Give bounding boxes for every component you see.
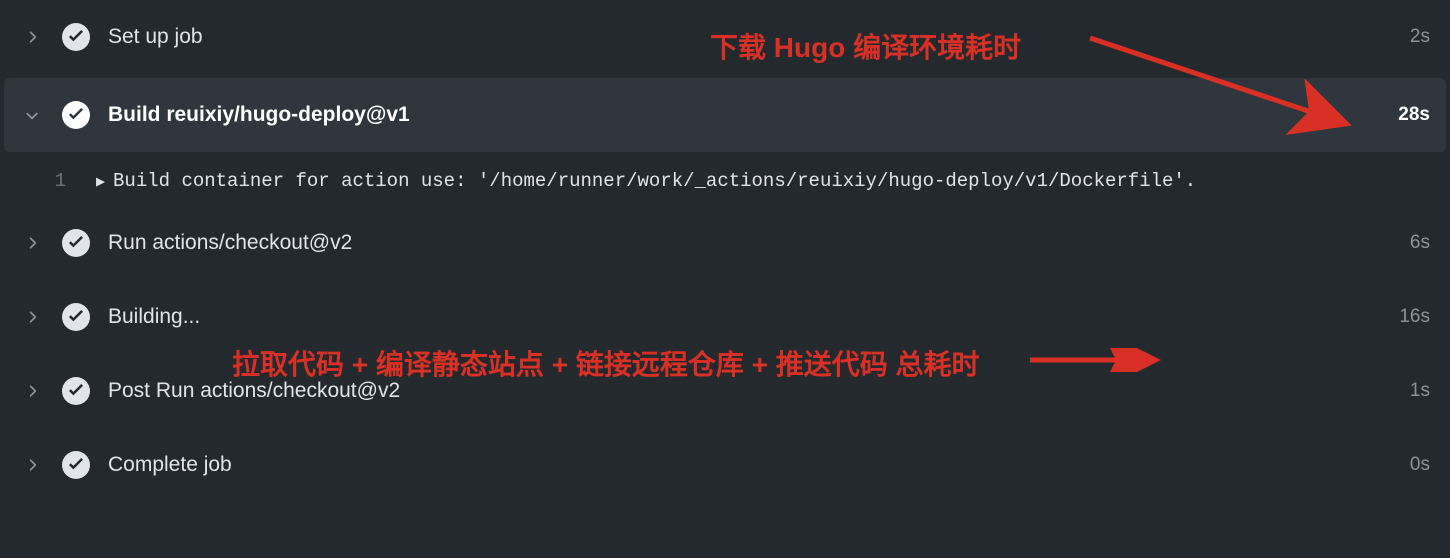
step-row-setup-job[interactable]: Set up job 2s xyxy=(0,0,1450,74)
step-label: Build reuixiy/hugo-deploy@v1 xyxy=(108,103,1378,127)
step-row-build-hugo-deploy[interactable]: Build reuixiy/hugo-deploy@v1 28s xyxy=(4,78,1446,152)
step-row-building[interactable]: Building... 16s xyxy=(0,280,1450,354)
chevron-right-icon xyxy=(20,305,44,329)
chevron-down-icon xyxy=(20,103,44,127)
chevron-right-icon xyxy=(20,453,44,477)
log-line-number: 1 xyxy=(20,170,66,192)
step-label: Set up job xyxy=(108,25,1390,49)
check-circle-icon xyxy=(62,451,90,479)
step-duration: 6s xyxy=(1390,232,1430,254)
step-duration: 2s xyxy=(1390,26,1430,48)
step-duration: 16s xyxy=(1379,306,1430,328)
check-circle-icon xyxy=(62,377,90,405)
chevron-right-icon xyxy=(20,379,44,403)
step-row-post-checkout[interactable]: Post Run actions/checkout@v2 1s xyxy=(0,354,1450,428)
step-label: Building... xyxy=(108,305,1379,329)
log-line[interactable]: 1 ▶ Build container for action use: '/ho… xyxy=(0,156,1450,206)
check-circle-icon xyxy=(62,23,90,51)
step-label: Complete job xyxy=(108,453,1390,477)
step-label: Run actions/checkout@v2 xyxy=(108,231,1390,255)
step-row-checkout[interactable]: Run actions/checkout@v2 6s xyxy=(0,206,1450,280)
log-text: Build container for action use: '/home/r… xyxy=(113,170,1196,192)
step-duration: 28s xyxy=(1378,104,1430,126)
step-row-complete-job[interactable]: Complete job 0s xyxy=(0,428,1450,502)
play-icon: ▶ xyxy=(96,172,105,191)
chevron-right-icon xyxy=(20,231,44,255)
step-duration: 1s xyxy=(1390,380,1430,402)
step-duration: 0s xyxy=(1390,454,1430,476)
chevron-right-icon xyxy=(20,25,44,49)
check-circle-icon xyxy=(62,101,90,129)
check-circle-icon xyxy=(62,229,90,257)
check-circle-icon xyxy=(62,303,90,331)
step-label: Post Run actions/checkout@v2 xyxy=(108,379,1390,403)
